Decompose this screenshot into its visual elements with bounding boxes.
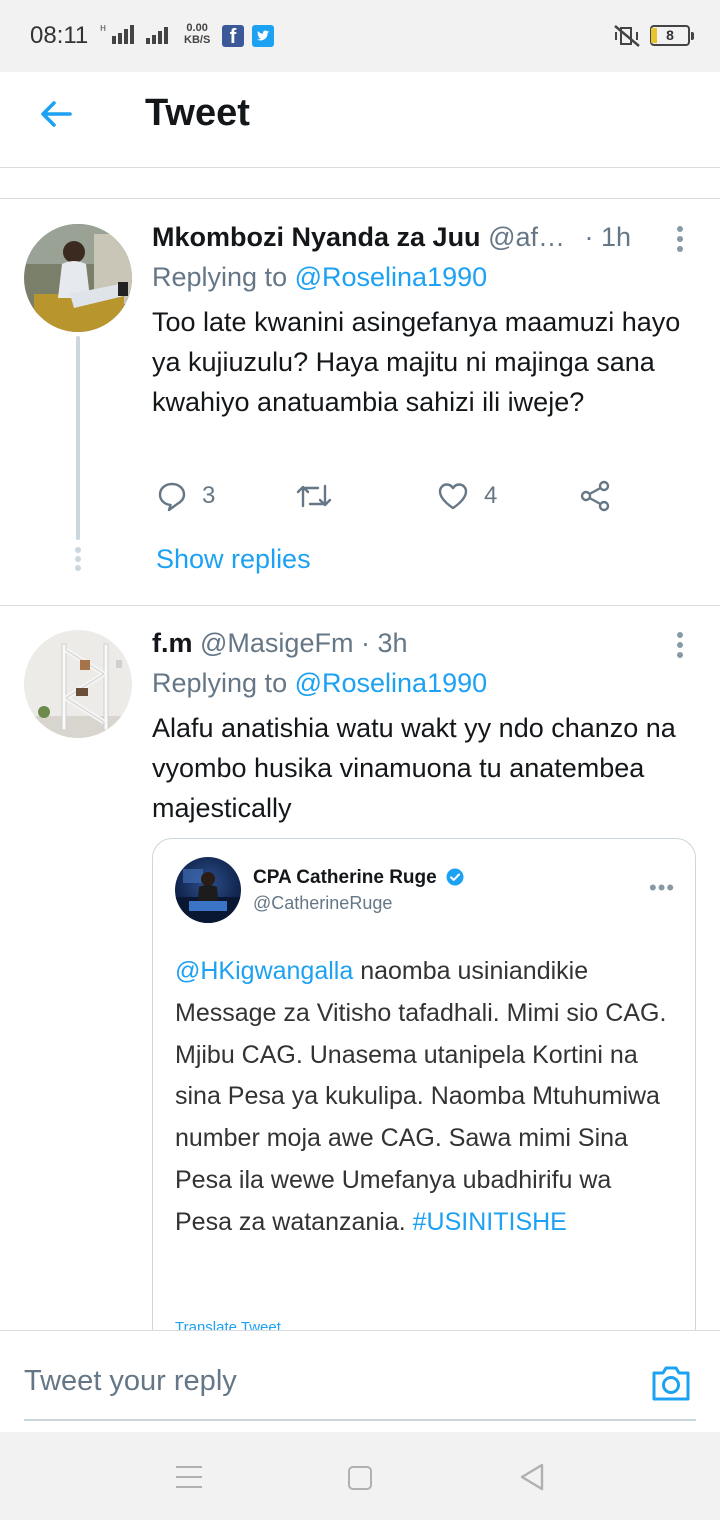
tweet-meta: f.m @MasigeFm · 3h [152,628,408,659]
replying-to-label: Replying to [152,262,288,292]
status-bar: 08:11 H 0.00 KB/S f 8 [0,0,720,72]
tweet-time: · 1h [584,222,632,252]
quoted-handle: @CatherineRuge [253,893,393,913]
signal-icon: H [100,24,168,44]
replying-to-mention[interactable]: @Roselina1990 [295,262,488,292]
quoted-body: naomba usiniandikie Message za Vitisho t… [175,957,667,1236]
input-underline [24,1419,696,1421]
author-handle[interactable]: @af… [488,222,565,252]
network-speed-value: 0.00 [186,22,208,34]
divider [0,198,720,199]
author-handle[interactable]: @MasigeFm [200,628,353,658]
home-icon[interactable] [348,1466,372,1490]
svg-text:H: H [100,24,106,33]
quoted-name: CPA Catherine Ruge [253,867,464,889]
battery-icon: 8 [650,25,694,46]
quoted-hashtag: #USINITISHE [412,1207,567,1236]
share-icon [580,480,610,512]
heart-icon [438,483,468,510]
quoted-name-text: CPA Catherine Ruge [253,867,437,888]
retweet-button[interactable] [294,476,334,516]
share-button[interactable] [578,476,612,516]
tweet-text: Too late kwanini asingefanya maamuzi hay… [152,307,681,417]
twitter-icon [252,25,274,47]
system-navigation-bar [0,1432,720,1520]
facebook-icon: f [222,25,244,48]
retweet-icon [296,484,332,508]
reply-icon [158,482,186,512]
tweet-text: Alafu anatishia watu wakt yy ndo chanzo … [152,713,676,823]
thread-dots [74,547,82,574]
quoted-text: @HKigwangalla naomba usiniandikie Messag… [175,951,675,1244]
more-options-icon[interactable] [672,226,688,256]
like-count: 4 [484,482,498,509]
tweet-meta: Mkombozi Nyanda za Juu @af… · 1h [152,222,631,253]
tweet-time: · 3h [360,628,408,658]
show-replies-link[interactable]: Show replies [156,544,311,575]
reply-count: 3 [202,482,216,509]
quoted-mention: @HKigwangalla [175,957,354,985]
reply-input[interactable]: Tweet your reply [24,1365,237,1398]
more-options-icon[interactable] [672,632,688,662]
vibrate-mute-icon [614,25,640,47]
author-name[interactable]: Mkombozi Nyanda za Juu [152,222,481,252]
arrow-left-icon[interactable] [36,94,76,134]
avatar[interactable] [24,224,132,332]
status-time: 08:11 [30,22,89,49]
replying-to-label: Replying to [152,668,288,698]
tweet-actions: 3 4 [152,476,672,516]
network-speed-unit: KB/S [184,34,211,46]
quoted-more-icon: ••• [649,875,676,900]
quoted-avatar [175,857,241,923]
verified-badge-icon [446,868,464,886]
tweet-image[interactable]: CPA Catherine Ruge @CatherineRuge ••• @H… [152,838,696,1358]
network-speed: 0.00 KB/S [184,22,210,46]
thread-line [76,336,80,540]
app-header: Tweet [0,72,720,168]
replying-to: Replying to @Roselina1990 [152,668,487,699]
like-button[interactable]: 4 [436,476,497,516]
replying-to: Replying to @Roselina1990 [152,262,487,293]
camera-icon[interactable] [650,1363,692,1403]
reply-button[interactable]: 3 [156,476,215,516]
reply-composer: Tweet your reply [0,1330,720,1432]
back-triangle-icon[interactable] [518,1462,546,1492]
recent-apps-icon[interactable] [176,1466,202,1488]
avatar[interactable] [24,630,132,738]
replying-to-mention[interactable]: @Roselina1990 [295,668,488,698]
page-title: Tweet [145,92,250,134]
divider [0,605,720,606]
author-name[interactable]: f.m [152,628,193,658]
